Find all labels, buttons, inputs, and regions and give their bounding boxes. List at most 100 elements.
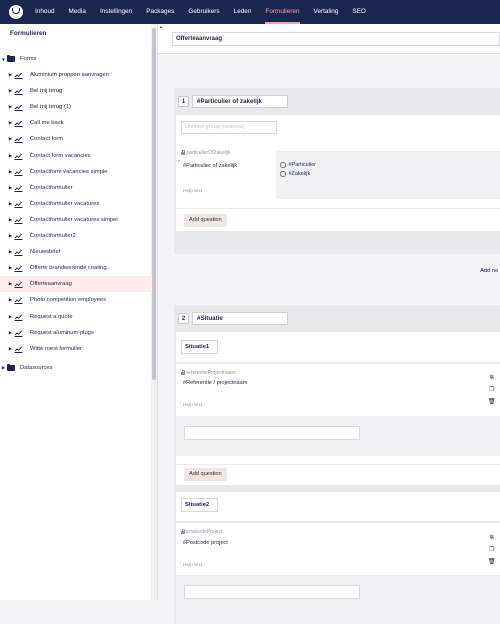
form-icon xyxy=(14,249,23,257)
tree-item-label: Nieuwsbrief xyxy=(30,249,61,256)
scroll-up-arrow-icon[interactable]: ▲ xyxy=(158,24,164,31)
caret-right-icon[interactable]: ▶ xyxy=(0,365,7,371)
group-header: 2 #Situatie xyxy=(174,305,500,332)
tree-item-forms[interactable]: ▼ Forms xyxy=(0,51,36,67)
question-label[interactable]: #Particulier of zakelijk xyxy=(183,163,237,169)
caret-right-icon[interactable]: ▶ xyxy=(7,217,14,223)
tree-item-label: Contactformulier xyxy=(30,184,73,191)
text-answer-input[interactable] xyxy=(184,585,360,599)
nav-item-media[interactable]: Media xyxy=(69,0,86,24)
text-answer-input[interactable] xyxy=(184,426,360,440)
caret-right-icon[interactable]: ▶ xyxy=(7,88,14,94)
group-header: 1 #Particulier of zakelijk xyxy=(174,88,500,115)
tree-item-form[interactable]: ▶ Offerte brandwerende coating xyxy=(0,260,107,276)
copy-icon[interactable]: ❐ xyxy=(489,544,494,556)
form-name-input[interactable]: Offerteaanvraag xyxy=(172,31,500,46)
tree-item-form[interactable]: ▶ Contactformulier2 xyxy=(0,228,76,244)
lock-icon xyxy=(181,149,185,155)
alias-text: referentieProjectnaam xyxy=(186,370,236,376)
radio-option-particulier[interactable]: #Particulier xyxy=(280,162,316,168)
radio-button[interactable] xyxy=(280,162,286,168)
caret-right-icon[interactable]: ▶ xyxy=(7,314,14,320)
fieldset-caption-input[interactable]: Situatie2 xyxy=(181,498,218,512)
nav-item-seo[interactable]: SEO xyxy=(352,0,366,24)
question-actions: ✲ ❐ 🗑 xyxy=(488,372,496,408)
tree-item-form[interactable]: ▶ Call me back xyxy=(0,115,64,131)
tree-item-form[interactable]: ▶ Contactformulier xyxy=(0,180,73,196)
caret-right-icon[interactable]: ▶ xyxy=(7,185,14,191)
tree-item-form[interactable]: ▶ Contactformulier vacatures xyxy=(0,196,99,212)
nav-item-leden[interactable]: Leden xyxy=(234,0,252,24)
caret-right-icon[interactable]: ▶ xyxy=(7,346,14,352)
caret-right-icon[interactable]: ▶ xyxy=(7,136,14,142)
tree-item-form[interactable]: ▶ Request a quote xyxy=(0,309,73,325)
caret-right-icon[interactable]: ▶ xyxy=(7,330,14,336)
nav-item-formulieren[interactable]: Formulieren xyxy=(265,0,300,24)
caret-right-icon[interactable]: ▶ xyxy=(7,233,14,239)
caret-right-icon[interactable]: ▶ xyxy=(7,201,14,207)
nav-item-inhoud[interactable]: Inhoud xyxy=(35,0,55,24)
sidebar-scrollbar-thumb[interactable] xyxy=(152,28,156,380)
tree-item-datasources[interactable]: ▶ Datasources xyxy=(0,360,53,376)
group-name-input[interactable]: #Situatie xyxy=(192,312,288,325)
nav-item-vertaling[interactable]: Vertaling xyxy=(314,0,339,24)
tree-item-form[interactable]: ▶ Request aluminum plugs xyxy=(0,325,94,341)
fieldset-caption-input[interactable]: Untitled group (optional) xyxy=(181,121,277,134)
tree-item-form[interactable]: ▶ Photo competition employees xyxy=(0,292,106,308)
caret-down-icon[interactable]: ▼ xyxy=(0,57,7,62)
tree-item-form[interactable]: ▶ Offerteaanvraag xyxy=(0,276,152,293)
tree-item-form[interactable]: ▶ Contactformulier vacatures simpel xyxy=(0,212,118,228)
group-name-input[interactable]: #Particulier of zakelijk xyxy=(192,95,288,108)
tree-item-label: Contactformulier vacatures xyxy=(30,200,100,207)
group-situatie: 2 #Situatie Situatie1 referentieProjectn… xyxy=(174,305,500,624)
tree-item-form[interactable]: ▶ Contactform vacancies simple xyxy=(0,164,107,180)
nav-item-packages[interactable]: Packages xyxy=(146,0,174,24)
trash-icon[interactable]: 🗑 xyxy=(488,556,496,568)
question-label[interactable]: #Referentie / projectnaam xyxy=(183,380,247,386)
caret-right-icon[interactable]: ▶ xyxy=(7,120,14,126)
tree-item-label: Contact form xyxy=(30,136,64,143)
sidebar-scrollbar[interactable] xyxy=(151,24,157,600)
question-label[interactable]: #Postcode project xyxy=(183,540,228,546)
caret-right-icon[interactable]: ▶ xyxy=(7,104,14,110)
gear-icon[interactable]: ✲ xyxy=(489,372,494,384)
add-question-button[interactable]: Add question xyxy=(184,468,227,481)
tree-item-label: Request a quote xyxy=(30,313,73,320)
nav-item-instellingen[interactable]: Instellingen xyxy=(100,0,132,24)
caret-right-icon[interactable]: ▶ xyxy=(7,72,14,78)
form-icon xyxy=(14,330,23,337)
fieldset-caption-input[interactable]: Situatie1 xyxy=(181,340,218,354)
radio-button[interactable] xyxy=(280,171,286,177)
trash-icon[interactable]: 🗑 xyxy=(488,396,496,408)
caret-right-icon[interactable]: ▶ xyxy=(7,249,14,255)
question-card: postcodeProject #Postcode project Help t… xyxy=(176,523,500,624)
group-number: 2 xyxy=(178,313,189,324)
tree-item-label: Witte roest formulier xyxy=(30,345,82,352)
radio-option-zakelijk[interactable]: #Zakelijk xyxy=(280,171,316,177)
caret-right-icon[interactable]: ▶ xyxy=(7,169,14,175)
nav-item-gebruikers[interactable]: Gebruikers xyxy=(188,0,219,24)
caret-right-icon[interactable]: ▶ xyxy=(7,281,14,287)
lock-icon xyxy=(181,369,185,375)
help-text: Help text xyxy=(183,403,202,408)
umbraco-logo-icon[interactable] xyxy=(9,5,23,19)
tree-item-label: Datasources xyxy=(20,365,53,371)
tree-item-label: Photo competition employees xyxy=(30,297,107,304)
tree-item-label: Bel mij terug (1) xyxy=(30,104,71,111)
add-question-button[interactable]: Add question xyxy=(184,214,227,227)
radio-label: #Zakelijk xyxy=(288,171,311,177)
tree-item-form[interactable]: ▶ Nieuwsbrief xyxy=(0,244,60,260)
tree-item-form[interactable]: ▶ Witte roest formulier xyxy=(0,341,82,357)
tree-item-form[interactable]: ▶ Bel mij terug (1) xyxy=(0,99,71,115)
gear-icon[interactable]: ✲ xyxy=(489,532,494,544)
tree-item-form[interactable]: ▶ Contact form vacancies xyxy=(0,148,91,164)
caret-right-icon[interactable]: ▶ xyxy=(7,153,14,159)
caret-right-icon[interactable]: ▶ xyxy=(7,297,14,303)
tree-item-form[interactable]: ▶ Aluminium proppen aanvragen xyxy=(0,67,109,83)
copy-icon[interactable]: ❐ xyxy=(489,384,494,396)
tree-item-form[interactable]: ▶ Contact form xyxy=(0,131,63,147)
form-icon xyxy=(14,265,23,273)
tree-item-form[interactable]: ▶ Bel mij terug xyxy=(0,83,62,99)
add-new-group-link[interactable]: Add ne xyxy=(480,268,498,274)
caret-right-icon[interactable]: ▶ xyxy=(7,265,14,271)
